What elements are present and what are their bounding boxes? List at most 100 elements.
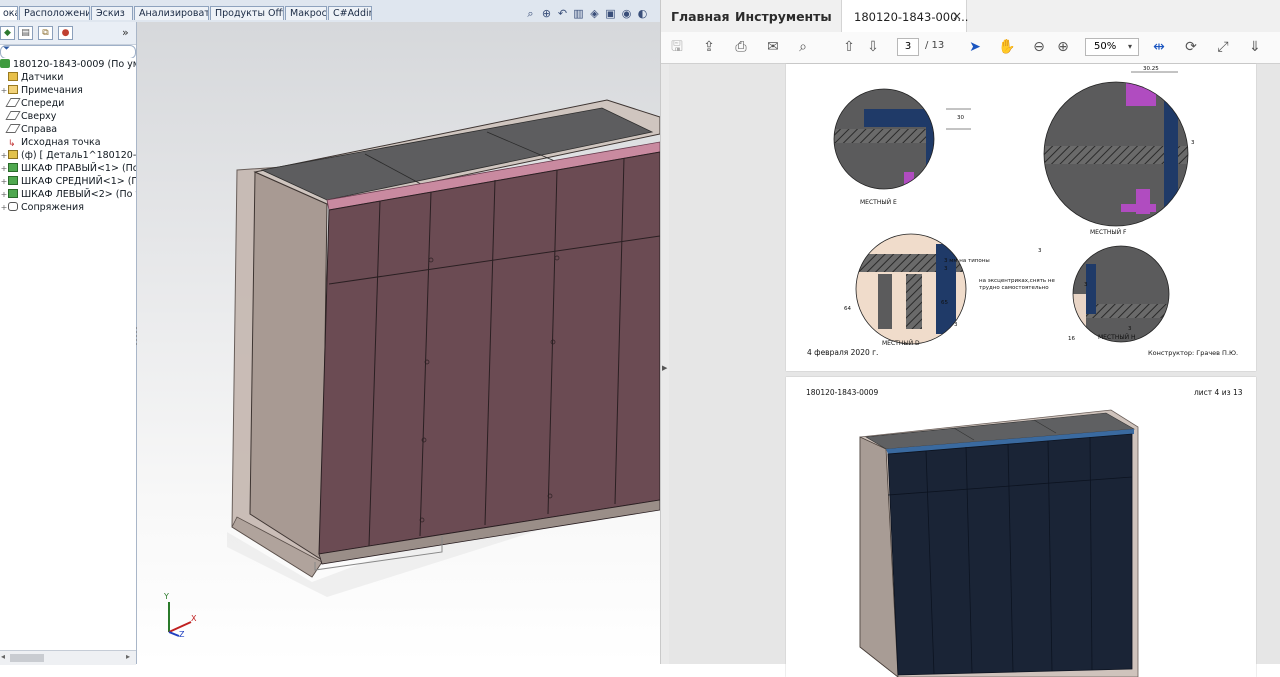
previous-view-icon[interactable]: ↶ [556,7,569,20]
dim-h-note-2: трудно самостоятельно [979,285,1049,291]
print-icon[interactable]: ⎙ [731,37,751,57]
assembly-icon [8,189,18,198]
tab-layout[interactable]: Расположение [19,6,90,20]
expand-icon[interactable]: + [0,84,8,97]
dim-f-3: 3 [1191,140,1195,146]
expand-icon[interactable]: + [0,188,8,201]
tree-item-sensors[interactable]: Датчики [0,71,136,84]
tab-macro[interactable]: Макрос [285,6,327,20]
tree-item-top-plane[interactable]: Сверху [0,110,136,123]
zoom-select[interactable]: 50% ▾ [1085,38,1139,56]
view-label-h: МЕСТНЫЙ H [1098,334,1136,341]
tree-item-cabinet-right[interactable]: +ШКАФ ПРАВЫЙ<1> (По ум [0,162,136,175]
email-icon[interactable]: ✉ [763,37,783,57]
page-number-input[interactable]: 3 [897,38,919,56]
tree-toolbar: ◆ ▤ ⧉ ● » [0,22,136,45]
pdf-document-area[interactable]: 30 МЕСТНЫЙ E 30.25 3 МЕСТНЫЙ F 3 мм на т… [669,64,1280,677]
zoom-in-icon[interactable]: ⊕ [1053,37,1073,57]
tab-office-products[interactable]: Продукты Office [210,6,284,20]
zoom-to-fit-icon[interactable]: ⌕ [524,7,537,20]
pdf-side-panel-toggle[interactable]: ▶ [661,64,669,664]
tree-list: 180120-1843-0009 (По умолча Датчики +При… [0,58,136,214]
section-view-icon[interactable]: ▥ [572,7,585,20]
upload-icon[interactable]: ⇪ [699,37,719,57]
display-manager-icon[interactable]: ● [58,26,73,40]
close-icon[interactable]: × [952,9,962,23]
next-page-icon[interactable]: ⇩ [863,37,883,57]
pdf-page-3: 30 МЕСТНЫЙ E 30.25 3 МЕСТНЫЙ F 3 мм на т… [786,64,1256,371]
select-cursor-icon[interactable]: ➤ [965,37,985,57]
tab-home[interactable]: Главная [671,9,730,24]
tree-root[interactable]: 180120-1843-0009 (По умолча [0,58,136,71]
graphics-viewport[interactable]: Y X Z [137,22,660,664]
feature-tree-icon[interactable]: ◆ [0,26,15,40]
hand-icon[interactable]: ✋ [997,37,1017,57]
scroll-right-icon[interactable]: ▸ [126,652,130,661]
assembly-icon [8,163,18,172]
triad-y-label: Y [164,592,169,601]
tab-sketch[interactable]: Эскиз [91,6,133,20]
tree-root-label: 180120-1843-0009 (По умолча [13,59,136,70]
display-style-icon[interactable]: ▣ [604,7,617,20]
download-icon[interactable]: ⇓ [1245,37,1265,57]
tab-tools[interactable]: Инструменты [735,9,832,24]
tree-item-cabinet-left[interactable]: +ШКАФ ЛЕВЫЙ<2> (По умо [0,188,136,201]
expand-icon[interactable]: + [0,201,8,214]
pdf-viewer-window: Главная Инструменты 180120-1843-000... ×… [660,0,1280,677]
zoom-area-icon[interactable]: ⊕ [540,7,553,20]
view-orientation-icon[interactable]: ◈ [588,7,601,20]
save-icon[interactable]: 🖫 [667,37,687,57]
property-manager-icon[interactable]: ▤ [18,26,33,40]
expand-icon[interactable]: + [0,175,8,188]
wardrobe-3d-model [227,99,660,597]
fit-width-icon[interactable]: ⇹ [1149,37,1169,57]
tree-item-cabinet-middle[interactable]: +ШКАФ СРЕДНИЙ<1> (По у [0,175,136,188]
dim-d-3b: 3 [954,322,958,328]
dim-h-16: 16 [1068,336,1075,342]
expand-icon[interactable]: + [0,149,8,162]
tab-csharp-addin[interactable]: C#Addin [328,6,372,20]
dim-h-3a: 3 [1038,248,1042,254]
filter-icon: ⏷ [3,44,11,54]
tree-item-part[interactable]: +(ф) [ Деталь1^180120-1843- [0,149,136,162]
rotate-icon[interactable]: ⟳ [1181,37,1201,57]
annotations-icon [8,85,18,94]
zoom-out-icon[interactable]: ⊖ [1029,37,1049,57]
view-heads-up-toolbar: ⌕ ⊕ ↶ ▥ ◈ ▣ ◉ ◐ [520,7,660,23]
scroll-left-icon[interactable]: ◂ [1,652,5,661]
dim-d-65: 65 [941,300,948,306]
view-label-e: МЕСТНЫЙ E [860,199,897,206]
tree-item-mates[interactable]: + Сопряжения [0,201,136,214]
part-icon [8,150,18,159]
plane-icon [5,111,21,120]
scrollbar-thumb[interactable] [10,654,44,662]
tree-item-annotations[interactable]: + Примечания [0,84,136,97]
expand-icon[interactable]: + [0,162,8,175]
tree-item-front-plane[interactable]: Спереди [0,97,136,110]
drawing-author: Конструктор: Грачев П.Ю. [1148,349,1239,357]
appearance-icon[interactable]: ◐ [636,7,649,20]
dim-h-3c: 3 [1128,326,1132,332]
tab-assembly[interactable]: ока [0,6,18,20]
chevron-down-icon: ▾ [1128,42,1133,51]
detail-views-drawing [833,71,1189,345]
configuration-manager-icon[interactable]: ⧉ [38,26,53,40]
prev-page-icon[interactable]: ⇧ [839,37,859,57]
tab-analyze[interactable]: Анализировать [134,6,209,20]
sensors-icon [8,72,18,81]
tree-filter-input[interactable]: ⏷ [0,44,136,59]
origin-icon: ↳ [8,139,16,149]
cad-command-tabs: ока Расположение Эскиз Анализировать Про… [0,0,660,23]
fullscreen-icon[interactable]: ⤢ [1213,37,1233,57]
feature-manager-tree: ◆ ▤ ⧉ ● » ⏷ 180120-1843-0009 (По умолча … [0,22,137,665]
search-icon[interactable]: ⌕ [793,37,813,57]
tree-horizontal-scrollbar[interactable]: ◂ ▸ [0,650,136,665]
document-tab[interactable]: 180120-1843-000... × [841,0,968,33]
tree-item-right-plane[interactable]: Справа [0,123,136,136]
pdf-tab-bar: Главная Инструменты 180120-1843-000... × [661,0,1280,33]
mates-icon [8,202,18,211]
expand-panels-icon[interactable]: » [122,26,129,39]
page-total: / 13 [925,40,945,51]
tree-item-origin[interactable]: ↳ Исходная точка [0,136,136,149]
hide-show-icon[interactable]: ◉ [620,7,633,20]
